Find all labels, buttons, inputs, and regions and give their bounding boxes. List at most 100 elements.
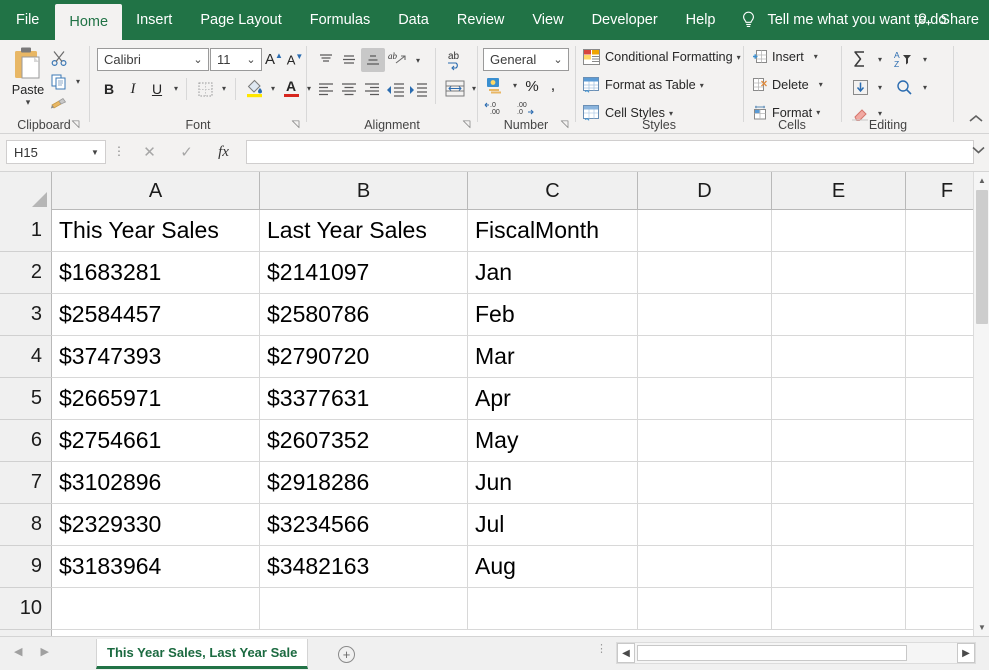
row-header-7[interactable]: 7 — [0, 462, 52, 504]
cell-B7[interactable]: $2918286 — [260, 462, 468, 504]
format-painter-button[interactable] — [48, 94, 70, 114]
alignment-dialog-launcher[interactable]: ◹ — [460, 118, 473, 131]
cell-B5[interactable]: $3377631 — [260, 378, 468, 420]
paste-chevron-down-icon[interactable]: ▾ — [26, 97, 31, 108]
scroll-up-button[interactable]: ▲ — [974, 172, 989, 189]
sheet-tab-active[interactable]: This Year Sales, Last Year Sale — [96, 639, 308, 669]
formula-bar-expand-button[interactable] — [972, 146, 985, 154]
cell-A8[interactable]: $2329330 — [52, 504, 260, 546]
format-as-table-chevron-down-icon[interactable]: ▾ — [700, 81, 704, 90]
cell-B6[interactable]: $2607352 — [260, 420, 468, 462]
scroll-left-button[interactable]: ◀ — [617, 643, 635, 663]
cell-C8[interactable]: Jul — [468, 504, 638, 546]
row-header-3[interactable]: 3 — [0, 294, 52, 336]
cell-B8[interactable]: $3234566 — [260, 504, 468, 546]
cell-C2[interactable]: Jan — [468, 252, 638, 294]
row-header-6[interactable]: 6 — [0, 420, 52, 462]
align-center-button[interactable] — [338, 78, 360, 100]
comma-style-button[interactable]: , — [544, 75, 562, 97]
cancel-edit-button[interactable]: ✕ — [131, 140, 168, 164]
ribbon-tab-view[interactable]: View — [518, 0, 577, 40]
font-name-combo[interactable]: Calibri ⌄ — [97, 48, 209, 71]
cell-C4[interactable]: Mar — [468, 336, 638, 378]
ribbon-tab-home[interactable]: Home — [55, 4, 122, 40]
align-middle-button[interactable] — [338, 50, 360, 70]
cell-D10[interactable] — [638, 588, 772, 630]
copy-button[interactable] — [48, 72, 70, 92]
cell-B4[interactable]: $2790720 — [260, 336, 468, 378]
align-right-button[interactable] — [361, 78, 383, 100]
cell-E5[interactable] — [772, 378, 906, 420]
cell-E4[interactable] — [772, 336, 906, 378]
borders-button[interactable] — [194, 78, 216, 100]
conditional-formatting-chevron-down-icon[interactable]: ▾ — [737, 53, 741, 62]
ribbon-tab-file[interactable]: File — [0, 0, 55, 40]
cell-E10[interactable] — [772, 588, 906, 630]
decrease-decimal-button[interactable]: .00.0 — [514, 98, 542, 116]
clipboard-dialog-launcher[interactable]: ◹ — [69, 118, 82, 131]
cell-E8[interactable] — [772, 504, 906, 546]
sort-filter-button[interactable]: AZ — [892, 48, 918, 70]
cell-B10[interactable] — [260, 588, 468, 630]
formula-input[interactable] — [246, 140, 974, 164]
percent-style-button[interactable]: % — [522, 75, 542, 97]
font-dialog-launcher[interactable]: ◹ — [289, 118, 302, 131]
orientation-chevron-down-icon[interactable]: ▾ — [416, 56, 420, 65]
cut-button[interactable] — [48, 48, 70, 68]
column-header-a[interactable]: A — [52, 172, 260, 210]
cell-D5[interactable] — [638, 378, 772, 420]
delete-cells-button[interactable]: Delete ▾ — [752, 77, 823, 92]
insert-cells-button[interactable]: Insert ▾ — [752, 49, 818, 64]
cell-E9[interactable] — [772, 546, 906, 588]
column-header-c[interactable]: C — [468, 172, 638, 210]
increase-indent-button[interactable] — [408, 78, 430, 100]
row-header-2[interactable]: 2 — [0, 252, 52, 294]
format-chevron-down-icon[interactable]: ▾ — [816, 108, 820, 117]
cell-A4[interactable]: $3747393 — [52, 336, 260, 378]
decrease-font-size-button[interactable]: A▼ — [285, 48, 305, 71]
select-all-button[interactable] — [0, 172, 52, 210]
scroll-down-button[interactable]: ▼ — [974, 619, 989, 636]
align-bottom-button[interactable] — [361, 48, 385, 72]
horizontal-scrollbar[interactable]: ◀ ▶ — [616, 642, 976, 664]
find-chevron-down-icon[interactable]: ▾ — [923, 83, 927, 92]
ribbon-tab-developer[interactable]: Developer — [578, 0, 672, 40]
merge-chevron-down-icon[interactable]: ▾ — [472, 84, 476, 93]
cell-D1[interactable] — [638, 210, 772, 252]
vertical-scrollbar[interactable]: ▲ ▼ — [973, 172, 989, 636]
ribbon-tab-help[interactable]: Help — [672, 0, 730, 40]
ribbon-tab-formulas[interactable]: Formulas — [296, 0, 384, 40]
row-header-8[interactable]: 8 — [0, 504, 52, 546]
cell-E1[interactable] — [772, 210, 906, 252]
cell-B1[interactable]: Last Year Sales — [260, 210, 468, 252]
nav-prev-icon[interactable]: ◀ — [14, 645, 22, 658]
font-color-button[interactable]: A — [280, 76, 302, 100]
row-header-10[interactable]: 10 — [0, 588, 52, 630]
cell-A5[interactable]: $2665971 — [52, 378, 260, 420]
number-format-chevron-down-icon[interactable]: ⌄ — [548, 53, 568, 66]
increase-font-size-button[interactable]: A▲ — [264, 48, 284, 71]
tab-bar-grip[interactable]: ⋮ — [596, 647, 607, 652]
ribbon-collapse-button[interactable] — [969, 114, 983, 123]
copy-chevron-down-icon[interactable]: ▾ — [76, 77, 80, 86]
orientation-button[interactable]: ab — [387, 50, 411, 70]
autosum-chevron-down-icon[interactable]: ▾ — [878, 55, 882, 64]
number-dialog-launcher[interactable]: ◹ — [558, 118, 571, 131]
column-header-b[interactable]: B — [260, 172, 468, 210]
formula-bar-grip[interactable]: ⋮ — [113, 146, 116, 159]
cell-B2[interactable]: $2141097 — [260, 252, 468, 294]
insert-chevron-down-icon[interactable]: ▾ — [814, 52, 818, 61]
name-box[interactable]: H15 ▼ — [6, 140, 106, 164]
decrease-indent-button[interactable] — [385, 78, 407, 100]
font-name-chevron-down-icon[interactable]: ⌄ — [188, 53, 208, 66]
cell-D9[interactable] — [638, 546, 772, 588]
cell-D6[interactable] — [638, 420, 772, 462]
wrap-text-button[interactable]: ab — [443, 48, 467, 72]
align-left-button[interactable] — [315, 78, 337, 100]
cell-E2[interactable] — [772, 252, 906, 294]
insert-function-button[interactable]: fx — [205, 140, 242, 164]
conditional-formatting-button[interactable]: Conditional Formatting ▾ — [583, 49, 741, 65]
clear-chevron-down-icon[interactable]: ▾ — [878, 109, 882, 118]
cell-A7[interactable]: $3102896 — [52, 462, 260, 504]
font-size-combo[interactable]: 11 ⌄ — [210, 48, 262, 71]
